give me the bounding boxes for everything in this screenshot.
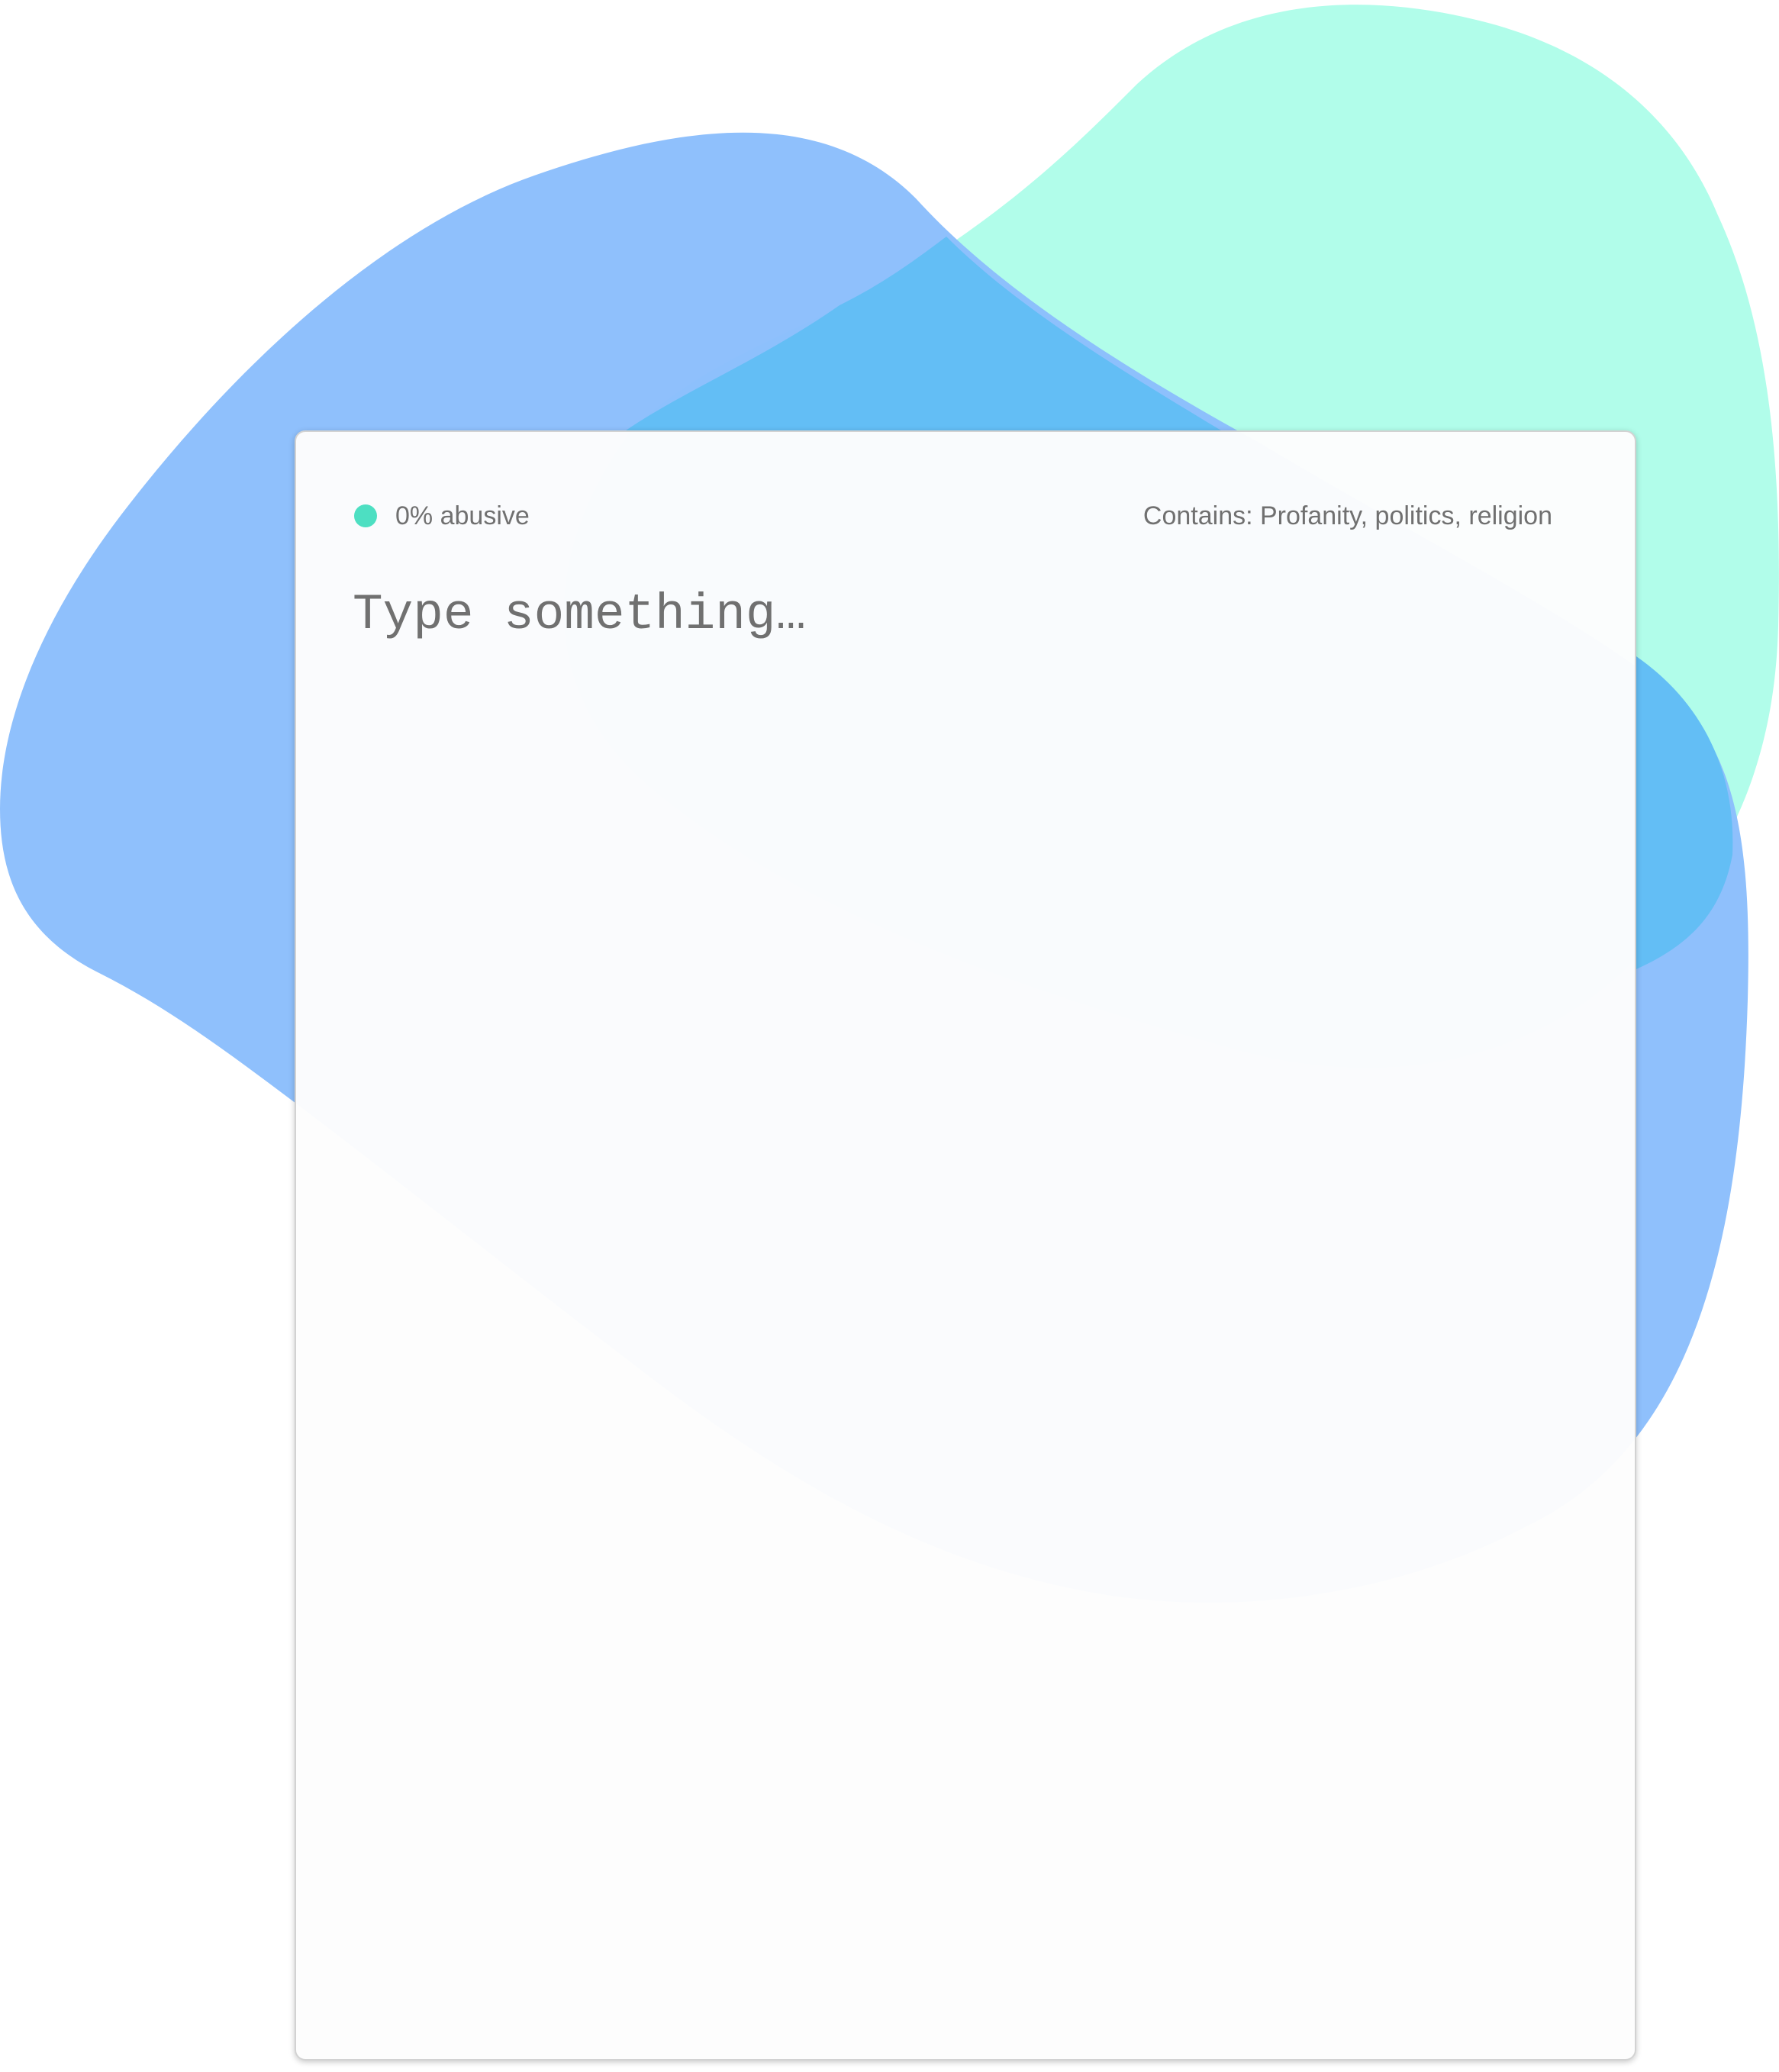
contains-categories-label: Contains: Profanity, politics, religion: [1142, 501, 1552, 530]
abuse-status: 0% abusive: [354, 501, 530, 531]
abuse-percentage-label: 0% abusive: [395, 501, 530, 530]
text-input[interactable]: [353, 585, 1558, 2004]
status-dot-icon: [354, 504, 377, 527]
text-card: 0% abusive Contains: Profanity, politics…: [295, 430, 1636, 2061]
